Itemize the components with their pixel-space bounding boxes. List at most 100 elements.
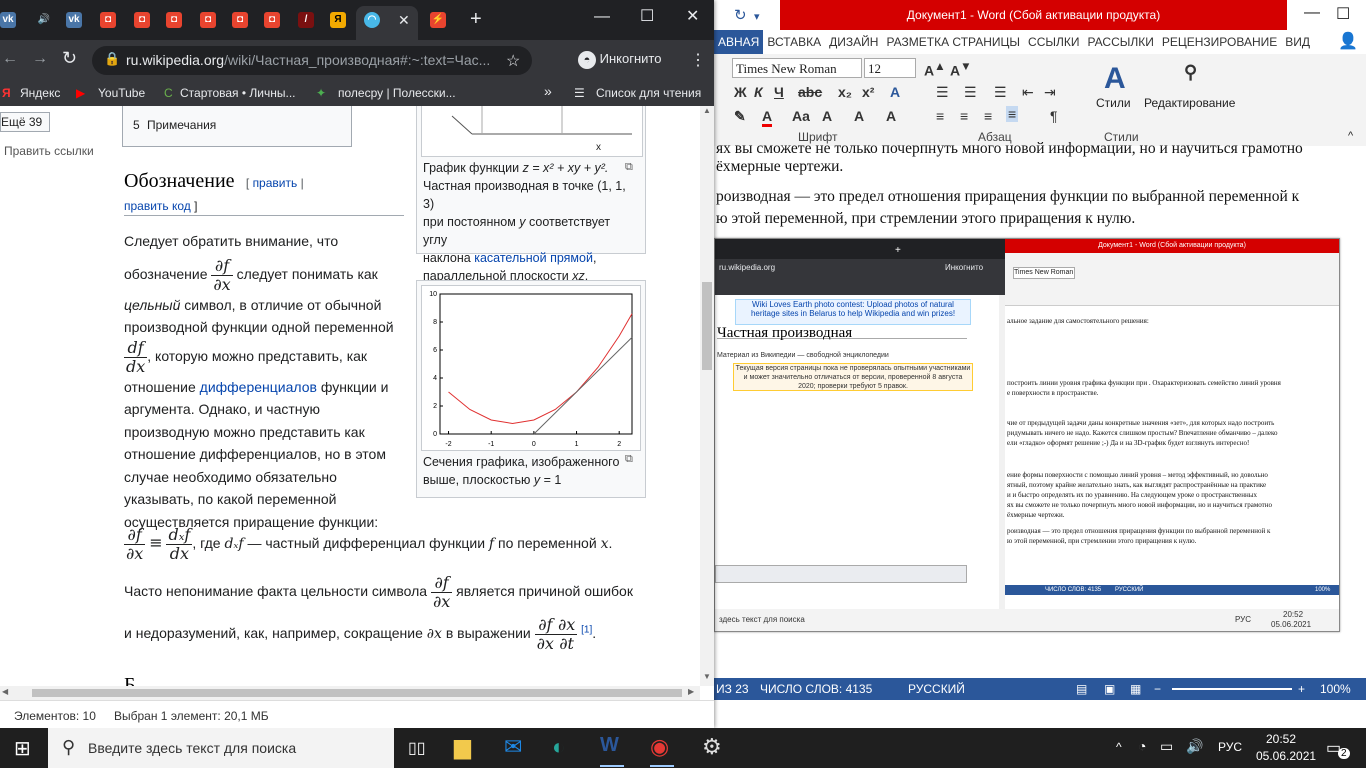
text-effects-icon[interactable]: A — [890, 84, 900, 100]
tab-favicon[interactable]: / — [298, 12, 314, 28]
close-tab-icon[interactable]: ✕ — [398, 12, 410, 29]
grow-font-icon[interactable]: A▲ — [924, 60, 946, 79]
multilevel-icon[interactable]: ☰ — [994, 84, 1007, 101]
task-view-icon[interactable]: ▯▯ — [408, 738, 426, 758]
taskbar-search[interactable]: ⚲ Введите здесь текст для поиска — [48, 728, 394, 768]
address-bar[interactable]: 🔒 ru.wikipedia.org/wiki/Частная_производ… — [92, 46, 532, 75]
minimize-icon[interactable]: — — [1304, 4, 1320, 22]
toc-notes-link[interactable]: Примечания — [147, 118, 216, 132]
close-window-icon[interactable]: ✕ — [686, 6, 699, 26]
tab-favicon[interactable]: ◘ — [200, 12, 216, 28]
network-icon[interactable]: ▭ — [1160, 738, 1173, 755]
settings-gear-icon[interactable]: ⚙ — [702, 734, 722, 760]
tray-arrow-icon[interactable]: ^ — [1116, 740, 1122, 754]
reload-icon[interactable]: ↻ — [62, 48, 77, 69]
web-layout-icon[interactable]: ▦ — [1130, 682, 1141, 696]
vk-tab-icon[interactable]: vk — [0, 12, 16, 28]
tab-favicon[interactable]: ◘ — [166, 12, 182, 28]
tab-references[interactable]: ССЫЛКИ — [1024, 30, 1083, 54]
language[interactable]: РУССКИЙ — [908, 682, 965, 696]
forward-icon[interactable]: → — [32, 50, 48, 68]
vk-tab-icon[interactable]: vk — [66, 12, 82, 28]
scroll-up-icon[interactable]: ▲ — [703, 106, 711, 115]
italic-icon[interactable]: К — [754, 84, 763, 100]
edge-icon[interactable]: ◐ — [552, 734, 565, 760]
reading-list[interactable]: Список для чтения — [596, 86, 701, 100]
vertical-scrollbar[interactable]: ▲ ▼ — [700, 106, 714, 686]
bookmark-start[interactable]: Стартовая • Личны... — [180, 86, 296, 100]
tab-mailings[interactable]: РАССЫЛКИ — [1083, 30, 1157, 54]
lock-icon[interactable]: 🔒 — [104, 51, 120, 67]
maximize-icon[interactable]: ☐ — [1336, 4, 1350, 24]
read-mode-icon[interactable]: ▤ — [1076, 682, 1087, 696]
tab-view[interactable]: ВИД — [1281, 30, 1314, 54]
font-color-icon[interactable]: A — [762, 108, 773, 127]
volume-icon[interactable]: 🔊 — [1186, 738, 1203, 755]
incognito-indicator[interactable]: ◓ Инкогнито — [578, 51, 661, 69]
zoom-slider[interactable] — [1172, 688, 1292, 690]
pilcrow-icon[interactable]: ¶ — [1050, 108, 1058, 124]
tab-design[interactable]: ДИЗАЙН — [825, 30, 882, 54]
bookmark-polesru[interactable]: полесру | Полесски... — [338, 86, 456, 100]
more-bookmarks-icon[interactable]: » — [544, 83, 552, 99]
figure-3d-image[interactable]: x — [421, 106, 643, 157]
superscript-icon[interactable]: x² — [862, 84, 874, 100]
zoom-out-icon[interactable]: − — [1154, 682, 1161, 696]
justify-icon[interactable]: ≡ — [1006, 106, 1019, 122]
scroll-down-icon[interactable]: ▼ — [703, 672, 711, 681]
h-scroll-thumb[interactable] — [32, 689, 682, 697]
edit-links-link[interactable]: Править ссылки — [4, 144, 94, 158]
bullets-icon[interactable]: ☰ — [936, 84, 949, 101]
word-icon[interactable]: W — [600, 734, 619, 757]
char-shading-icon[interactable]: A — [854, 108, 864, 124]
footnote-link[interactable]: [1] — [581, 625, 592, 636]
styles-icon[interactable]: A — [1104, 62, 1126, 96]
input-language[interactable]: РУС — [1218, 740, 1242, 754]
tab-layout[interactable]: РАЗМЕТКА СТРАНИЦЫ — [882, 30, 1024, 54]
url-text[interactable]: ru.wikipedia.org/wiki/Частная_производна… — [126, 52, 490, 68]
subscript-icon[interactable]: x₂ — [838, 84, 852, 100]
scroll-right-icon[interactable]: ▶ — [688, 687, 694, 696]
decrease-indent-icon[interactable]: ⇤ — [1022, 84, 1034, 101]
file-explorer-icon[interactable]: ▆ — [454, 734, 471, 760]
highlight-icon[interactable]: ✎ — [734, 108, 746, 125]
bookmark-yandex[interactable]: Яндекс — [20, 86, 60, 100]
font-name-select[interactable]: Times New Roman — [732, 58, 862, 78]
tab-favicon[interactable]: Я — [330, 12, 346, 28]
underline-icon[interactable]: Ч — [774, 84, 784, 100]
minimize-icon[interactable]: — — [594, 8, 610, 26]
strikethrough-icon[interactable]: abc — [798, 84, 822, 100]
maximize-icon[interactable]: ☐ — [640, 6, 654, 26]
word-count[interactable]: ЧИСЛО СЛОВ: 4135 — [760, 682, 872, 696]
page-count[interactable]: ИЗ 23 — [716, 682, 749, 696]
bold-icon[interactable]: Ж — [734, 84, 747, 100]
clock-time[interactable]: 20:52 — [1266, 732, 1296, 746]
scroll-left-icon[interactable]: ◀ — [2, 687, 8, 696]
align-left-icon[interactable]: ≡ — [936, 108, 944, 124]
tab-home[interactable]: АВНАЯ — [714, 30, 764, 54]
redo-icon[interactable]: ↻ — [734, 6, 747, 24]
windows-start-icon[interactable]: ⊞ — [14, 736, 31, 761]
print-layout-icon[interactable]: ▣ — [1104, 682, 1115, 696]
reading-list-icon[interactable]: ☰ — [574, 86, 585, 100]
tab-insert[interactable]: ВСТАВКА — [763, 30, 825, 54]
figure-section-image[interactable]: -2 -1 0 1 2 10 8 6 4 2 0 — [421, 285, 641, 451]
active-tab[interactable]: ◠ ✕ — [356, 6, 418, 40]
scroll-thumb[interactable] — [702, 282, 712, 370]
align-right-icon[interactable]: ≡ — [984, 108, 992, 124]
bookmark-youtube[interactable]: YouTube — [98, 86, 145, 100]
horizontal-scrollbar[interactable]: ◀ ▶ — [0, 686, 700, 700]
tab-favicon[interactable]: ◘ — [100, 12, 116, 28]
tangent-line-link[interactable]: касательной прямой — [474, 251, 593, 265]
chrome-icon[interactable]: ◉ — [650, 734, 669, 760]
edit-code-link[interactable]: править код — [124, 199, 191, 213]
numbering-icon[interactable]: ☰ — [964, 84, 977, 101]
user-icon[interactable]: 👤 — [1334, 30, 1362, 54]
mail-icon[interactable]: ✉ — [504, 734, 522, 760]
more-languages-button[interactable]: Ещё 39 — [0, 112, 50, 132]
menu-icon[interactable]: ⋮ — [690, 50, 706, 70]
font-size-select[interactable]: 12 — [864, 58, 916, 78]
back-icon[interactable]: ← — [2, 50, 18, 68]
collapse-ribbon-icon[interactable]: ^ — [1348, 130, 1353, 142]
edit-section-link[interactable]: править — [253, 176, 298, 190]
